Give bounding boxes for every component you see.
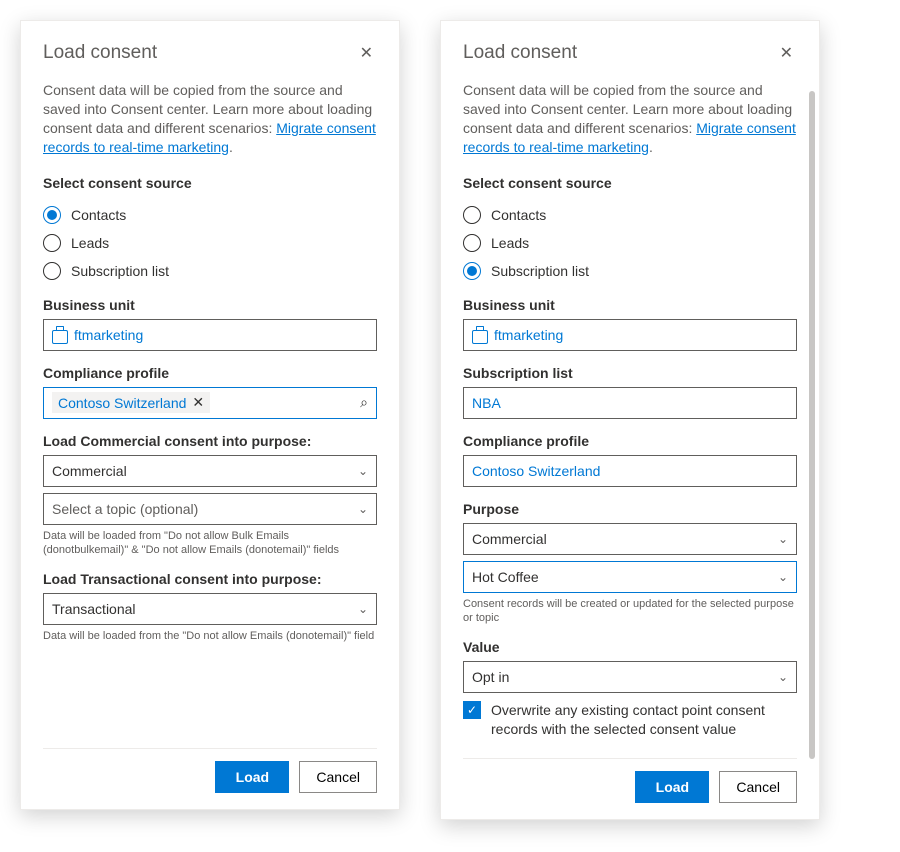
radio-contacts[interactable]: Contacts bbox=[43, 201, 377, 229]
compliance-profile-lookup[interactable]: Contoso Switzerland ✕ ⌕ bbox=[43, 387, 377, 419]
purpose-topic-value: Hot Coffee bbox=[472, 569, 539, 585]
cancel-button[interactable]: Cancel bbox=[299, 761, 377, 793]
cancel-button[interactable]: Cancel bbox=[719, 771, 797, 803]
purpose-field: Purpose Commercial ⌄ Hot Coffee ⌄ Consen… bbox=[463, 501, 797, 626]
transactional-purpose-value: Transactional bbox=[52, 601, 136, 617]
compliance-profile-label: Compliance profile bbox=[43, 365, 377, 381]
remove-chip-icon[interactable]: ✕ bbox=[192, 394, 204, 411]
compliance-profile-label: Compliance profile bbox=[463, 433, 797, 449]
panel-title: Load consent bbox=[43, 42, 157, 64]
radio-icon bbox=[43, 262, 61, 280]
close-icon[interactable]: ✕ bbox=[776, 39, 797, 67]
chevron-down-icon: ⌄ bbox=[358, 602, 368, 616]
commercial-consent-field: Load Commercial consent into purpose: Co… bbox=[43, 433, 377, 558]
intro-suffix: . bbox=[229, 139, 233, 155]
close-icon[interactable]: ✕ bbox=[356, 39, 377, 67]
commercial-helper: Data will be loaded from "Do not allow B… bbox=[43, 529, 377, 558]
briefcase-icon bbox=[52, 330, 68, 344]
load-consent-panel-contacts: Load consent ✕ Consent data will be copi… bbox=[20, 20, 400, 810]
business-unit-input[interactable]: ftmarketing bbox=[463, 319, 797, 351]
radio-icon bbox=[463, 262, 481, 280]
load-consent-panel-subscription: Load consent ✕ Consent data will be copi… bbox=[440, 20, 820, 820]
select-source-label: Select consent source bbox=[463, 175, 797, 191]
select-source-label: Select consent source bbox=[43, 175, 377, 191]
subscription-list-field: Subscription list NBA bbox=[463, 365, 797, 419]
compliance-profile-chip: Contoso Switzerland ✕ bbox=[52, 392, 210, 413]
radio-label: Subscription list bbox=[71, 263, 169, 279]
radio-label: Contacts bbox=[71, 207, 126, 223]
chevron-down-icon: ⌄ bbox=[358, 502, 368, 516]
purpose-label: Purpose bbox=[463, 501, 797, 517]
business-unit-field: Business unit ftmarketing bbox=[43, 297, 377, 351]
subscription-list-label: Subscription list bbox=[463, 365, 797, 381]
compliance-profile-value: Contoso Switzerland bbox=[472, 463, 600, 479]
business-unit-field: Business unit ftmarketing bbox=[463, 297, 797, 351]
radio-icon bbox=[463, 206, 481, 224]
radio-icon bbox=[43, 206, 61, 224]
chevron-down-icon: ⌄ bbox=[358, 464, 368, 478]
panel-title: Load consent bbox=[463, 42, 577, 64]
scrollbar[interactable] bbox=[809, 91, 815, 759]
purpose-topic-select[interactable]: Hot Coffee ⌄ bbox=[463, 561, 797, 593]
source-radio-group: Contacts Leads Subscription list bbox=[43, 201, 377, 285]
radio-leads[interactable]: Leads bbox=[463, 229, 797, 257]
radio-subscription-list[interactable]: Subscription list bbox=[43, 257, 377, 285]
load-button[interactable]: Load bbox=[215, 761, 289, 793]
value-label: Value bbox=[463, 639, 797, 655]
radio-label: Contacts bbox=[491, 207, 546, 223]
subscription-list-value: NBA bbox=[472, 395, 501, 411]
compliance-profile-input[interactable]: Contoso Switzerland bbox=[463, 455, 797, 487]
value-value: Opt in bbox=[472, 669, 509, 685]
radio-label: Leads bbox=[491, 235, 529, 251]
panel-header: Load consent ✕ bbox=[43, 39, 377, 67]
checkbox-icon: ✓ bbox=[463, 701, 481, 719]
value-field: Value Opt in ⌄ ✓ Overwrite any existing … bbox=[463, 639, 797, 739]
radio-icon bbox=[43, 234, 61, 252]
transactional-helper: Data will be loaded from the "Do not all… bbox=[43, 629, 377, 643]
overwrite-checkbox-row[interactable]: ✓ Overwrite any existing contact point c… bbox=[463, 701, 797, 739]
commercial-purpose-select[interactable]: Commercial ⌄ bbox=[43, 455, 377, 487]
radio-label: Subscription list bbox=[491, 263, 589, 279]
intro-text: Consent data will be copied from the sou… bbox=[43, 81, 377, 157]
purpose-select[interactable]: Commercial ⌄ bbox=[463, 523, 797, 555]
compliance-profile-field: Compliance profile Contoso Switzerland ✕… bbox=[43, 365, 377, 419]
load-button[interactable]: Load bbox=[635, 771, 709, 803]
intro-suffix: . bbox=[649, 139, 653, 155]
overwrite-label: Overwrite any existing contact point con… bbox=[491, 701, 797, 739]
chevron-down-icon: ⌄ bbox=[778, 570, 788, 584]
transactional-heading: Load Transactional consent into purpose: bbox=[43, 571, 377, 587]
chevron-down-icon: ⌄ bbox=[778, 670, 788, 684]
radio-subscription-list[interactable]: Subscription list bbox=[463, 257, 797, 285]
intro-text: Consent data will be copied from the sou… bbox=[463, 81, 797, 157]
business-unit-label: Business unit bbox=[463, 297, 797, 313]
panel-footer: Load Cancel bbox=[463, 758, 797, 803]
transactional-consent-field: Load Transactional consent into purpose:… bbox=[43, 571, 377, 643]
search-icon[interactable]: ⌕ bbox=[360, 394, 368, 411]
radio-label: Leads bbox=[71, 235, 109, 251]
panel-header: Load consent ✕ bbox=[463, 39, 797, 67]
commercial-topic-select[interactable]: Select a topic (optional) ⌄ bbox=[43, 493, 377, 525]
commercial-purpose-value: Commercial bbox=[52, 463, 127, 479]
business-unit-input[interactable]: ftmarketing bbox=[43, 319, 377, 351]
subscription-list-input[interactable]: NBA bbox=[463, 387, 797, 419]
briefcase-icon bbox=[472, 330, 488, 344]
compliance-profile-value: Contoso Switzerland bbox=[58, 395, 186, 411]
purpose-value: Commercial bbox=[472, 531, 547, 547]
business-unit-label: Business unit bbox=[43, 297, 377, 313]
radio-contacts[interactable]: Contacts bbox=[463, 201, 797, 229]
radio-icon bbox=[463, 234, 481, 252]
commercial-topic-placeholder: Select a topic (optional) bbox=[52, 501, 198, 517]
business-unit-value: ftmarketing bbox=[74, 327, 143, 343]
value-select[interactable]: Opt in ⌄ bbox=[463, 661, 797, 693]
panel-footer: Load Cancel bbox=[43, 748, 377, 793]
compliance-profile-field: Compliance profile Contoso Switzerland bbox=[463, 433, 797, 487]
chevron-down-icon: ⌄ bbox=[778, 532, 788, 546]
commercial-heading: Load Commercial consent into purpose: bbox=[43, 433, 377, 449]
radio-leads[interactable]: Leads bbox=[43, 229, 377, 257]
business-unit-value: ftmarketing bbox=[494, 327, 563, 343]
source-radio-group: Contacts Leads Subscription list bbox=[463, 201, 797, 285]
purpose-helper: Consent records will be created or updat… bbox=[463, 597, 797, 626]
transactional-purpose-select[interactable]: Transactional ⌄ bbox=[43, 593, 377, 625]
